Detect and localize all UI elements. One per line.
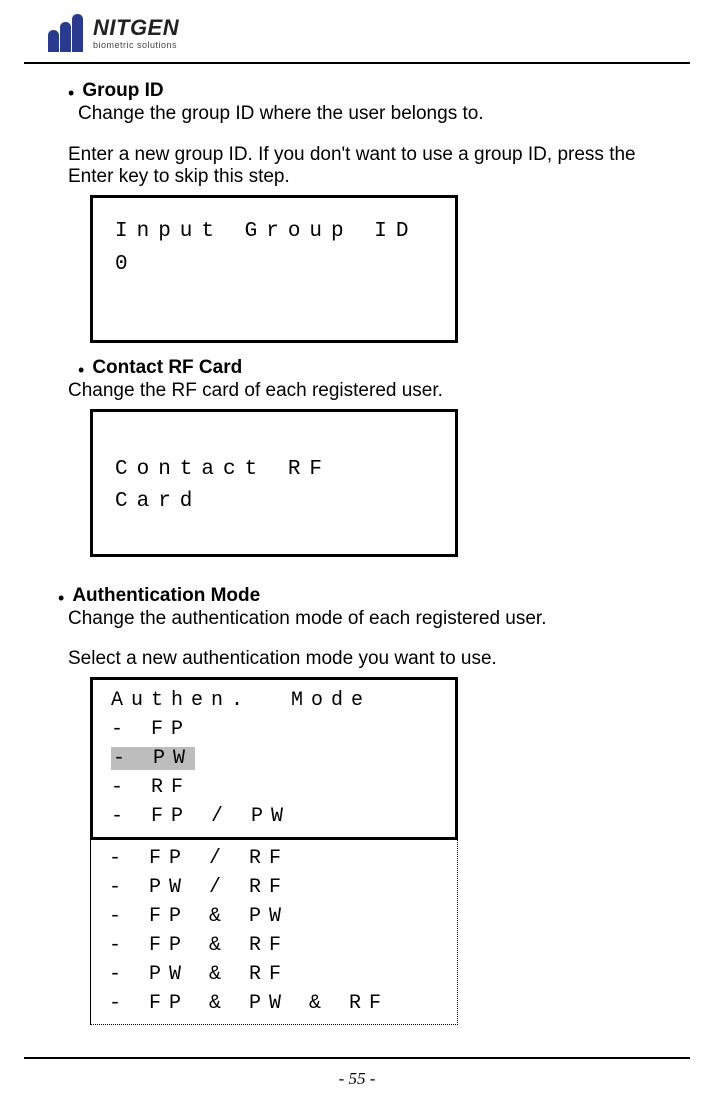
section-group-id: • Group ID: [68, 80, 666, 103]
auth-option-label: - RF: [111, 776, 191, 799]
bullet-icon: •: [78, 359, 84, 382]
lcd-display-group: Input Group ID 0: [90, 195, 458, 343]
page-number: - 55 -: [0, 1069, 714, 1089]
brand-name: NITGEN: [93, 17, 179, 39]
text-group-desc: Change the group ID where the user belon…: [78, 103, 666, 126]
auth-option: - PW & RF: [109, 960, 457, 989]
auth-option-label: - PW / RF: [109, 876, 289, 899]
text-auth-desc: Change the authentication mode of each r…: [68, 608, 666, 631]
page-content: • Group ID Change the group ID where the…: [0, 64, 714, 1025]
brand-subtitle: biometric solutions: [93, 41, 179, 50]
auth-option: - FP: [111, 715, 455, 744]
auth-option-label: - PW & RF: [109, 963, 289, 986]
lcd-line: Input Group ID: [115, 216, 437, 249]
auth-option: - FP & RF: [109, 931, 457, 960]
auth-option: - FP / RF: [109, 844, 457, 873]
section-contact-rf: • Contact RF Card: [78, 357, 666, 380]
auth-option: - FP & PW: [109, 902, 457, 931]
auth-option: - FP / PW: [111, 802, 455, 831]
lcd-line: Contact RF Card: [115, 454, 437, 519]
logo-bar-icon: [60, 22, 71, 52]
page-header: NITGEN biometric solutions: [0, 0, 714, 58]
auth-option-label: - FP & RF: [109, 934, 289, 957]
logo-mark: [48, 14, 83, 52]
bullet-icon: •: [58, 587, 64, 610]
bullet-icon: •: [68, 82, 74, 105]
auth-option: - FP & PW & RF: [109, 989, 457, 1018]
section-auth-mode: • Authentication Mode: [58, 585, 666, 608]
lcd-display-auth-secondary: - FP / RF - PW / RF - FP & PW - FP & RF …: [90, 840, 458, 1025]
auth-option-label: - FP & PW: [109, 905, 289, 928]
logo-bar-icon: [72, 14, 83, 52]
lcd-display-rf: Contact RF Card: [90, 409, 458, 557]
heading-auth-mode: Authentication Mode: [72, 585, 260, 608]
auth-option: - RF: [111, 773, 455, 802]
brand-block: NITGEN biometric solutions: [93, 17, 179, 50]
text-rf-desc: Change the RF card of each registered us…: [68, 380, 666, 403]
auth-option-label: - FP / PW: [111, 805, 291, 828]
auth-option-label: - FP / RF: [109, 847, 289, 870]
lcd-display-auth-primary: Authen. Mode - FP - PW - RF - FP / PW: [90, 677, 458, 840]
heading-contact-rf: Contact RF Card: [92, 357, 242, 380]
auth-option-label: - PW: [111, 747, 195, 770]
text-auth-instruction: Select a new authentication mode you wan…: [68, 648, 666, 671]
auth-option-label: - FP: [111, 718, 191, 741]
logo-bar-icon: [48, 30, 59, 52]
text-group-instruction: Enter a new group ID. If you don't want …: [68, 144, 666, 190]
lcd-title-line: Authen. Mode: [111, 686, 455, 715]
heading-group-id: Group ID: [82, 80, 163, 103]
auth-option-label: - FP & PW & RF: [109, 992, 389, 1015]
auth-option-selected: - PW: [111, 744, 455, 773]
footer-divider: [24, 1057, 690, 1059]
auth-option: - PW / RF: [109, 873, 457, 902]
lcd-line: 0: [115, 249, 437, 282]
